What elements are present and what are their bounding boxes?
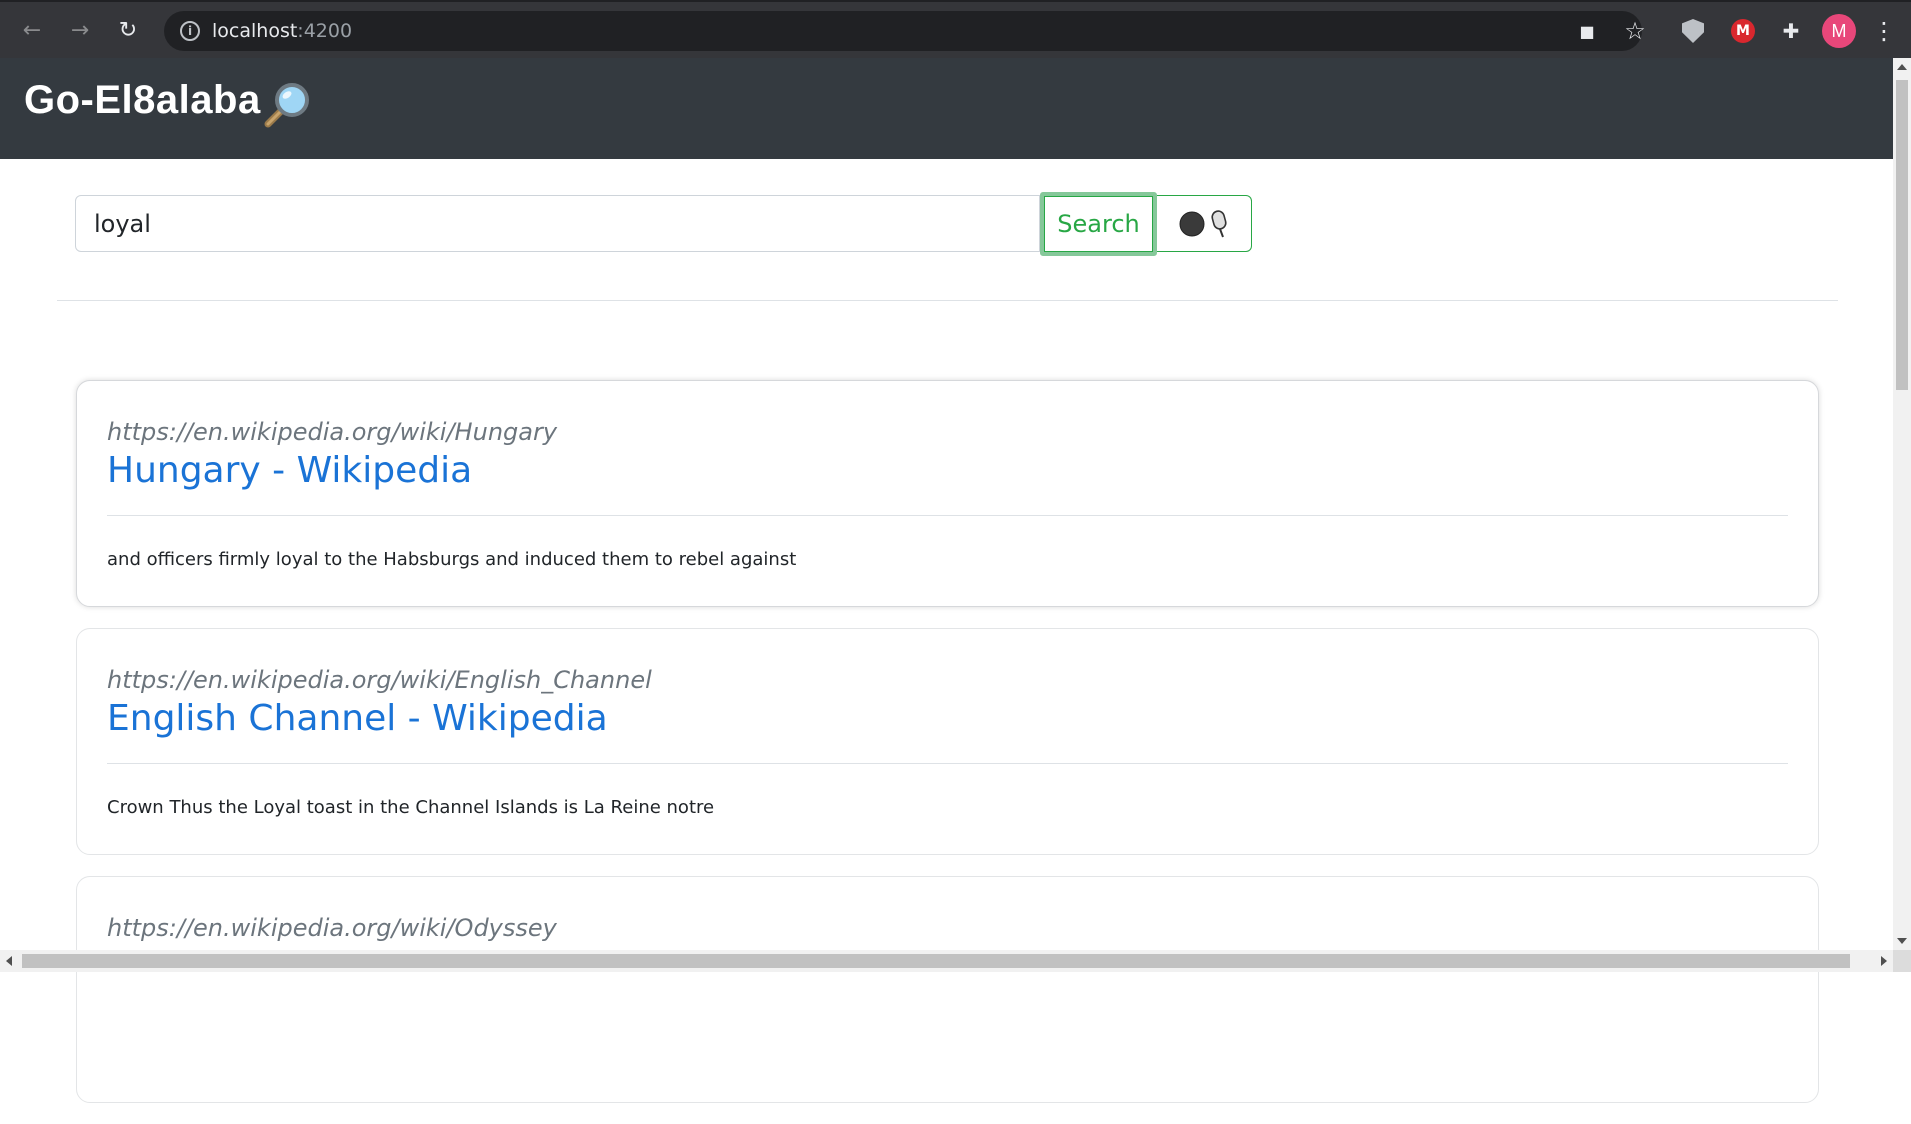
scroll-down-arrow-icon[interactable] xyxy=(1897,938,1907,944)
url-host: localhost xyxy=(212,20,298,42)
browser-toolbar: ← → ↻ i localhost:4200 ■ ☆ M ✚ M ⋮ xyxy=(0,0,1911,58)
results-list: https://en.wikipedia.org/wiki/Hungary Hu… xyxy=(76,380,1819,1124)
voice-search-button[interactable] xyxy=(1157,195,1252,252)
vertical-scrollbar[interactable] xyxy=(1893,58,1911,950)
shield-icon xyxy=(1682,19,1704,43)
result-title-link[interactable]: English Channel - Wikipedia xyxy=(107,697,1788,741)
search-divider xyxy=(57,300,1838,301)
horizontal-scrollbar[interactable] xyxy=(0,950,1893,972)
profile-avatar[interactable]: M xyxy=(1822,14,1856,48)
result-title-link[interactable]: Hungary - Wikipedia xyxy=(107,449,1788,493)
result-snippet: Crown Thus the Loyal toast in the Channe… xyxy=(107,797,715,818)
result-snippet: and officers firmly loyal to the Habsbur… xyxy=(107,549,797,570)
scroll-up-arrow-icon[interactable] xyxy=(1897,64,1907,70)
reload-icon[interactable]: ↻ xyxy=(112,14,144,46)
shield-extension-icon[interactable] xyxy=(1678,16,1708,46)
mega-extension-icon[interactable]: M xyxy=(1728,16,1758,46)
magnifier-icon xyxy=(264,83,309,128)
address-url: localhost:4200 xyxy=(212,20,352,42)
scrollbar-corner xyxy=(1893,950,1911,972)
info-icon[interactable]: i xyxy=(180,21,200,41)
horizontal-scroll-thumb[interactable] xyxy=(22,954,1850,968)
brand-title[interactable]: Go-El8alaba xyxy=(24,78,261,123)
vertical-scroll-thumb[interactable] xyxy=(1896,80,1908,390)
mega-icon: M xyxy=(1731,19,1755,43)
result-card[interactable]: https://en.wikipedia.org/wiki/English_Ch… xyxy=(76,628,1819,855)
result-divider xyxy=(107,763,1788,764)
record-dot-icon xyxy=(1179,211,1205,236)
search-form: Search xyxy=(75,192,1252,256)
result-card[interactable]: https://en.wikipedia.org/wiki/Hungary Hu… xyxy=(76,380,1819,607)
url-port: :4200 xyxy=(297,20,353,42)
menu-kebab-icon[interactable]: ⋮ xyxy=(1872,16,1896,46)
forward-arrow-icon[interactable]: → xyxy=(64,14,96,46)
result-url: https://en.wikipedia.org/wiki/Hungary xyxy=(107,418,558,446)
back-arrow-icon[interactable]: ← xyxy=(16,14,48,46)
result-divider xyxy=(107,515,1788,516)
app-navbar: Go-El8alaba xyxy=(0,58,1893,159)
result-card[interactable]: https://en.wikipedia.org/wiki/Odyssey xyxy=(76,876,1819,1103)
search-button[interactable]: Search xyxy=(1040,192,1157,256)
result-url: https://en.wikipedia.org/wiki/Odyssey xyxy=(107,914,557,942)
search-input[interactable] xyxy=(75,195,1040,252)
puzzle-extensions-icon[interactable]: ✚ xyxy=(1776,16,1806,46)
bookmark-star-icon[interactable]: ☆ xyxy=(1620,16,1650,46)
address-bar[interactable]: i localhost:4200 xyxy=(164,11,1642,51)
microphone-icon xyxy=(1211,209,1227,237)
camera-icon[interactable]: ■ xyxy=(1572,16,1602,46)
scroll-left-arrow-icon[interactable] xyxy=(6,956,12,966)
result-url: https://en.wikipedia.org/wiki/English_Ch… xyxy=(107,666,652,694)
scroll-right-arrow-icon[interactable] xyxy=(1881,956,1887,966)
